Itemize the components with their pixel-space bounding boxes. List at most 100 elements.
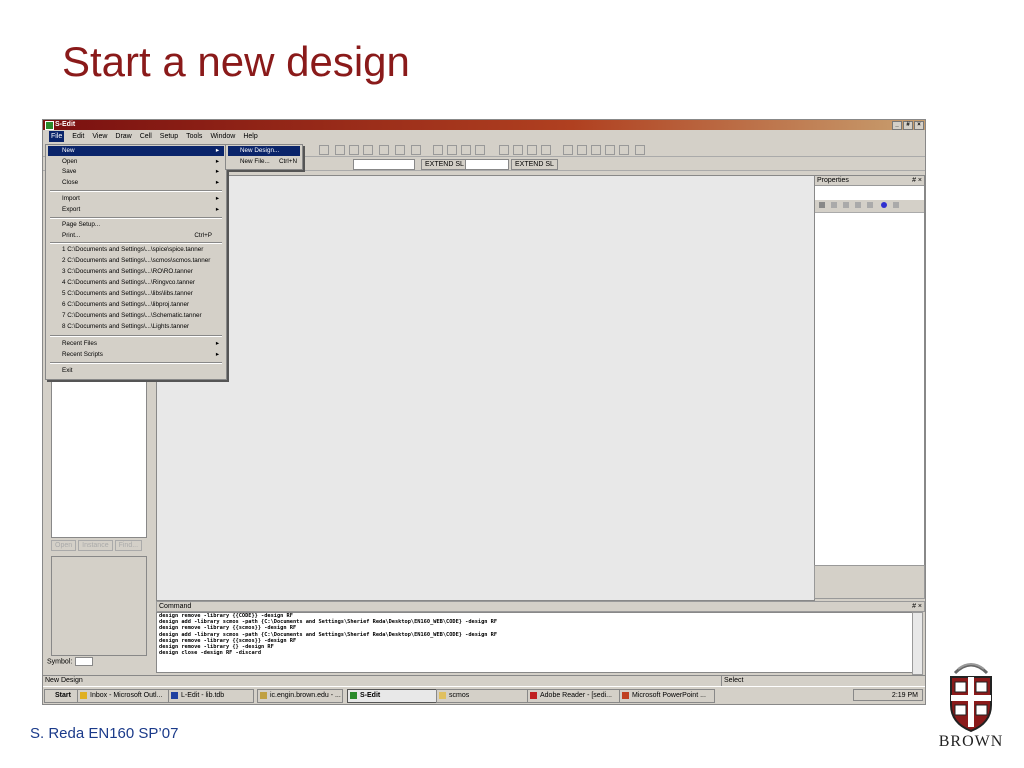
clock: 2:19 PM [891,692,918,699]
filter-icon[interactable] [831,202,837,208]
window-title: S-Edit [55,121,76,128]
menu-tools[interactable]: Tools [186,131,202,142]
wire-icon[interactable] [363,145,373,155]
menu-item-recent-2[interactable]: 2 C:\Documents and Settings\...\scmos\sc… [48,256,224,266]
port-icon[interactable] [395,145,405,155]
up-icon[interactable] [855,202,861,208]
sedit-icon [350,692,357,699]
command-pin-close[interactable]: # × [912,602,922,611]
menu-item-close[interactable]: Close ▸ [48,178,224,188]
menu-item-page-setup[interactable]: Page Setup... [48,220,224,230]
menu-file[interactable]: File [49,131,65,142]
sort-icon[interactable] [819,202,825,208]
menu-item-recent-5[interactable]: 5 C:\Documents and Settings\...\libs\lib… [48,289,224,299]
instance-icon[interactable] [411,145,421,155]
symbol-stepper[interactable] [75,657,94,666]
line-tool-4-icon[interactable] [475,145,485,155]
menu-item-new-design[interactable]: New Design... [228,146,300,156]
task-scmos[interactable]: scmos [436,689,530,703]
shape-5-icon[interactable] [619,145,629,155]
properties-title: Properties [817,177,849,184]
menu-cell[interactable]: Cell [140,131,152,142]
task-sedit[interactable]: S-Edit [347,689,437,703]
align-icon[interactable] [499,145,509,155]
menu-item-recent-8[interactable]: 8 C:\Documents and Settings\...\Lights.t… [48,322,224,332]
submenu-arrow-icon: ▸ [215,195,219,202]
design-canvas[interactable] [156,175,815,601]
menu-separator [50,335,222,337]
menu-item-recent-6[interactable]: 6 C:\Documents and Settings\...\libproj.… [48,300,224,310]
settings-icon[interactable] [893,202,899,208]
command-output[interactable]: design remove -library {{CODE}} -design … [156,612,914,673]
folder-icon [439,692,446,699]
open-button[interactable]: Open [51,540,77,551]
task-powerpoint[interactable]: Microsoft PowerPoint ... [619,689,715,703]
status-bar: New Design Select [43,675,925,686]
window-titlebar[interactable]: S-Edit _ # × [43,120,925,130]
menu-item-export[interactable]: Export ▸ [48,205,224,215]
rectangle-icon[interactable] [335,145,345,155]
delete-icon[interactable] [843,202,849,208]
menu-item-open[interactable]: Open ▸ [48,157,224,167]
menu-item-save[interactable]: Save ▸ [48,167,224,177]
file-menu: New ▸ Open ▸ Save ▸ Close ▸ Import ▸ Export ▸ … [45,144,227,380]
properties-panel: Properties # × [814,175,925,597]
properties-pin-close[interactable]: # × [912,176,922,185]
color-icon[interactable] [881,202,887,208]
shape-1-icon[interactable] [563,145,573,155]
task-outlook[interactable]: Inbox - Microsoft Outl... [77,689,175,703]
pen-icon[interactable] [635,145,645,155]
instance-button[interactable]: Instance [78,540,113,551]
menu-help[interactable]: Help [243,131,257,142]
menu-separator [50,217,222,219]
menu-item-recent-3[interactable]: 3 C:\Documents and Settings\...\RO\RO.ta… [48,267,224,277]
task-adobe[interactable]: Adobe Reader - [sedi... [527,689,621,703]
flip-icon[interactable] [527,145,537,155]
menu-item-recent-4[interactable]: 4 C:\Documents and Settings\...\Ringvco.… [48,278,224,288]
menu-item-exit[interactable]: Exit [48,366,224,376]
slide-footer: S. Reda EN160 SP’07 [30,725,179,742]
line-tool-1-icon[interactable] [433,145,443,155]
text-icon[interactable] [867,202,873,208]
menu-item-import[interactable]: Import ▸ [48,194,224,204]
new-submenu: New Design... New File... Ctrl+N [225,144,303,170]
rotate-icon[interactable] [513,145,523,155]
task-browser[interactable]: ic.engin.brown.edu - ... [257,689,343,703]
menu-item-recent-files[interactable]: Recent Files ▸ [48,339,224,349]
shape-4-icon[interactable] [605,145,615,155]
slide-title: Start a new design [62,38,410,85]
extend-label-2: EXTEND SL [511,159,558,170]
maximize-icon[interactable]: # [903,121,913,130]
menu-item-new-file[interactable]: New File... Ctrl+N [228,157,300,167]
menu-setup[interactable]: Setup [160,131,178,142]
menu-draw[interactable]: Draw [115,131,131,142]
outlook-icon [80,692,87,699]
command-scrollbar[interactable] [912,612,923,675]
submenu-arrow-icon: ▸ [215,179,219,186]
shape-2-icon[interactable] [577,145,587,155]
menu-item-print[interactable]: Print... Ctrl+P [48,231,224,241]
task-ledit[interactable]: L-Edit - lib.tdb [168,689,254,703]
minimize-icon[interactable]: _ [892,121,902,130]
start-button[interactable]: Start [44,689,78,703]
menu-item-recent-7[interactable]: 7 C:\Documents and Settings\...\Schemati… [48,311,224,321]
copy-icon[interactable] [349,145,359,155]
menu-item-new[interactable]: New ▸ [48,146,224,156]
shape-3-icon[interactable] [591,145,601,155]
pointer-icon[interactable] [319,145,329,155]
line-tool-2-icon[interactable] [447,145,457,155]
extend-combo-1[interactable] [465,159,509,170]
adobe-icon [530,692,537,699]
line-tool-3-icon[interactable] [461,145,471,155]
circle-icon[interactable] [379,145,389,155]
layer-combo[interactable] [353,159,415,170]
menu-item-recent-scripts[interactable]: Recent Scripts ▸ [48,350,224,360]
menu-view[interactable]: View [92,131,107,142]
menu-window[interactable]: Window [210,131,235,142]
close-icon[interactable]: × [914,121,924,130]
submenu-arrow-icon: ▸ [215,168,219,175]
find-button[interactable]: Find... [114,540,143,551]
menu-item-recent-1[interactable]: 1 C:\Documents and Settings\...\spice\sp… [48,245,224,255]
menu-edit[interactable]: Edit [72,131,84,142]
grid-icon[interactable] [541,145,551,155]
